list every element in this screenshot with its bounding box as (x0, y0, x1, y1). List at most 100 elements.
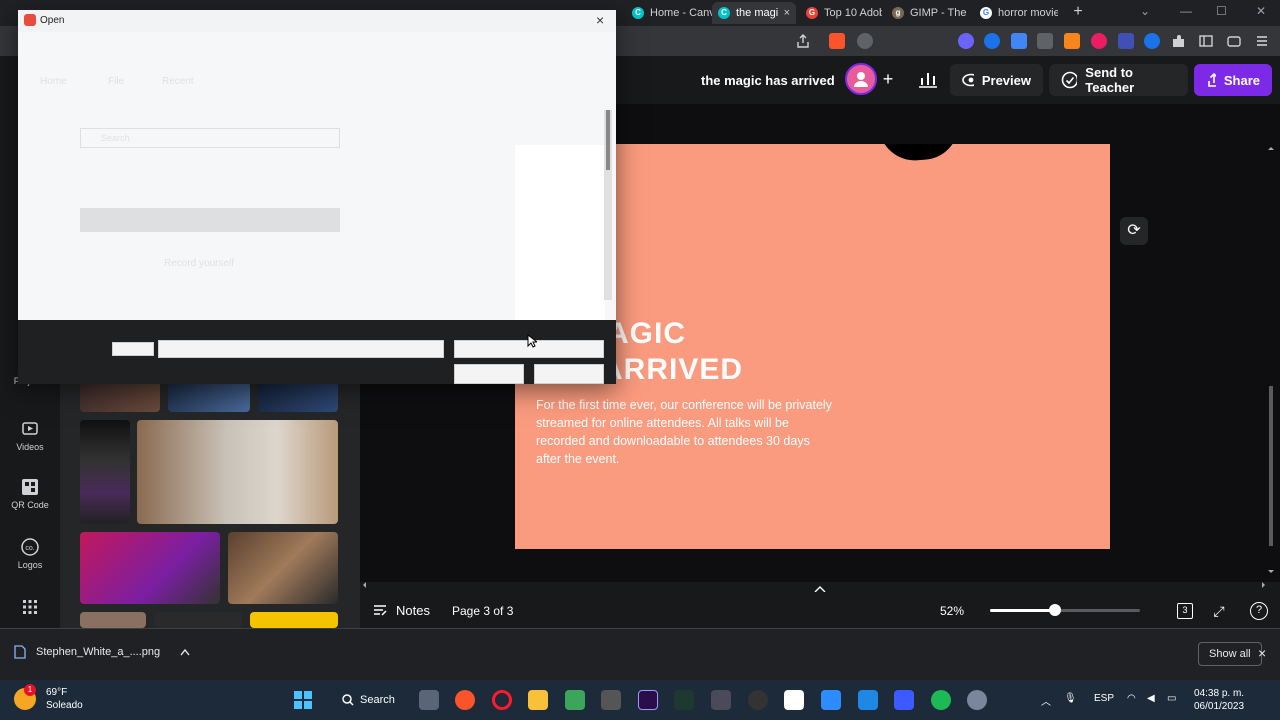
app-icon[interactable] (711, 690, 731, 710)
dialog-scrollbar-thumb[interactable] (606, 110, 610, 170)
weather-widget[interactable]: 1 69°F Soleado (14, 684, 83, 712)
window-close-icon[interactable]: ✕ (1256, 4, 1266, 18)
puzzle-extensions-icon[interactable] (1170, 33, 1186, 49)
dialog-title-bar[interactable]: Open × (18, 10, 616, 32)
zoom-percentage[interactable]: 52% (940, 604, 964, 618)
store-icon[interactable] (858, 690, 878, 710)
page-grid-button[interactable]: 3 (1177, 603, 1193, 619)
extension-icon[interactable] (984, 33, 1000, 49)
avatar[interactable] (845, 63, 877, 95)
opera-icon[interactable] (492, 690, 512, 710)
windows-start-icon[interactable] (293, 690, 313, 710)
brave-browser-icon[interactable] (455, 690, 475, 710)
chevron-up-icon[interactable] (180, 648, 190, 656)
notes-button[interactable]: Notes (372, 602, 430, 618)
extension-icon[interactable] (1011, 33, 1027, 49)
battery-icon[interactable]: ▭ (1167, 693, 1176, 704)
tab-top-10-adobe[interactable]: G Top 10 Adobe (800, 2, 882, 24)
menu-icon[interactable] (1254, 33, 1270, 49)
tab-home-canva[interactable]: C Home - Canva (626, 2, 716, 24)
zoom-slider-handle[interactable] (1048, 604, 1061, 616)
ghost-upload-button (80, 208, 340, 232)
spotify-icon[interactable] (931, 690, 951, 710)
upload-icon (1208, 72, 1216, 87)
vertical-scrollbar[interactable] (1266, 146, 1276, 576)
new-tab-button[interactable]: + (1068, 2, 1088, 22)
app-icon[interactable] (821, 690, 841, 710)
wallet-icon[interactable] (1226, 33, 1242, 49)
rail-item-videos[interactable]: Videos (0, 420, 60, 452)
tab-horror-movie[interactable]: G horror movie (974, 2, 1058, 24)
dialog-close-icon[interactable]: × (596, 12, 604, 28)
upload-thumbnail[interactable] (80, 532, 220, 604)
upload-thumbnail[interactable] (80, 382, 160, 412)
upload-thumbnail[interactable] (137, 420, 338, 524)
download-item[interactable]: Stephen_White_a_....png (14, 645, 190, 659)
slide-body-text[interactable]: For the first time ever, our conference … (536, 396, 836, 468)
tab-close-icon[interactable]: × (784, 7, 790, 19)
close-download-bar-icon[interactable]: × (1258, 645, 1266, 661)
add-collaborator-button[interactable]: + (878, 68, 898, 90)
upload-thumbnail[interactable] (154, 612, 242, 628)
upload-thumbnail[interactable] (250, 612, 338, 628)
upload-thumbnail[interactable] (168, 382, 250, 412)
capcut-icon[interactable] (784, 690, 804, 710)
open-file-dialog[interactable]: Open × Home File Recent Search Record yo… (18, 10, 616, 384)
extension-icon[interactable] (1118, 33, 1134, 49)
obs-icon[interactable] (748, 690, 768, 710)
extension-icon[interactable] (1037, 33, 1053, 49)
maximize-icon[interactable]: ☐ (1216, 4, 1227, 18)
app-icon[interactable] (894, 690, 914, 710)
sidebar-icon[interactable] (1198, 33, 1214, 49)
upload-thumbnail[interactable] (80, 612, 146, 628)
settings-gear-icon[interactable] (967, 690, 987, 710)
chevron-up-icon[interactable]: ︿ (1041, 693, 1051, 708)
fullscreen-icon[interactable]: ⤢ (1210, 602, 1228, 620)
tab-search-icon[interactable]: ⌄ (1140, 4, 1150, 18)
brave-shield-icon[interactable] (829, 33, 845, 49)
rail-item-apps[interactable] (0, 598, 60, 620)
system-clock[interactable]: 04:38 p. m. 06/01/2023 (1194, 687, 1244, 713)
tab-gimp[interactable]: g GIMP - The (886, 2, 970, 24)
upload-thumbnail[interactable] (80, 420, 130, 524)
extension-icon[interactable] (1144, 33, 1160, 49)
unity-icon[interactable] (601, 690, 621, 710)
upload-thumbnail[interactable] (228, 532, 338, 604)
insights-icon[interactable] (916, 67, 940, 91)
share-page-icon[interactable] (795, 33, 811, 49)
file-explorer-icon[interactable] (528, 690, 548, 710)
document-title[interactable]: the magic has arrived (701, 73, 835, 88)
help-icon[interactable]: ? (1250, 602, 1268, 620)
rail-item-qr-code[interactable]: QR Code (0, 478, 60, 510)
task-view-icon[interactable] (419, 690, 439, 710)
extension-icon[interactable] (1091, 33, 1107, 49)
premiere-icon[interactable] (638, 690, 658, 710)
metamask-icon[interactable] (1064, 33, 1080, 49)
show-all-downloads-button[interactable]: Show all (1198, 642, 1262, 666)
rail-item-logos[interactable]: co. Logos (0, 538, 60, 570)
zoom-slider[interactable] (990, 609, 1140, 612)
refresh-icon[interactable]: ⟳ (1120, 217, 1148, 245)
headline-line-2: ARRIVED (601, 353, 744, 386)
upload-thumbnail[interactable] (258, 382, 338, 412)
taskbar-search[interactable]: Search (332, 687, 416, 713)
slide-headline[interactable]: AGIC ARRIVED (601, 316, 743, 388)
app-icon[interactable] (674, 690, 694, 710)
wifi-icon[interactable]: ◠ (1127, 693, 1136, 704)
gimp-icon: g (892, 7, 904, 19)
preview-button[interactable]: Preview (950, 64, 1043, 96)
send-to-teacher-button[interactable]: Send to Teacher (1049, 64, 1188, 96)
minimize-icon[interactable]: — (1180, 4, 1192, 18)
share-button[interactable]: Share (1194, 64, 1272, 96)
language-indicator[interactable]: ESP (1094, 693, 1114, 704)
cancel-button[interactable] (534, 364, 604, 384)
file-name-input[interactable] (158, 340, 444, 358)
open-button[interactable] (454, 364, 524, 384)
volume-icon[interactable]: ◀ (1147, 693, 1155, 704)
ghost-tab-file: File (108, 76, 125, 87)
camtasia-icon[interactable] (565, 690, 585, 710)
extension-icon[interactable] (958, 33, 974, 49)
brave-rewards-icon[interactable] (857, 33, 873, 49)
tab-the-magic[interactable]: C the magic has arrived × (712, 2, 796, 24)
microphone-icon[interactable]: 🎙 (1064, 693, 1077, 704)
